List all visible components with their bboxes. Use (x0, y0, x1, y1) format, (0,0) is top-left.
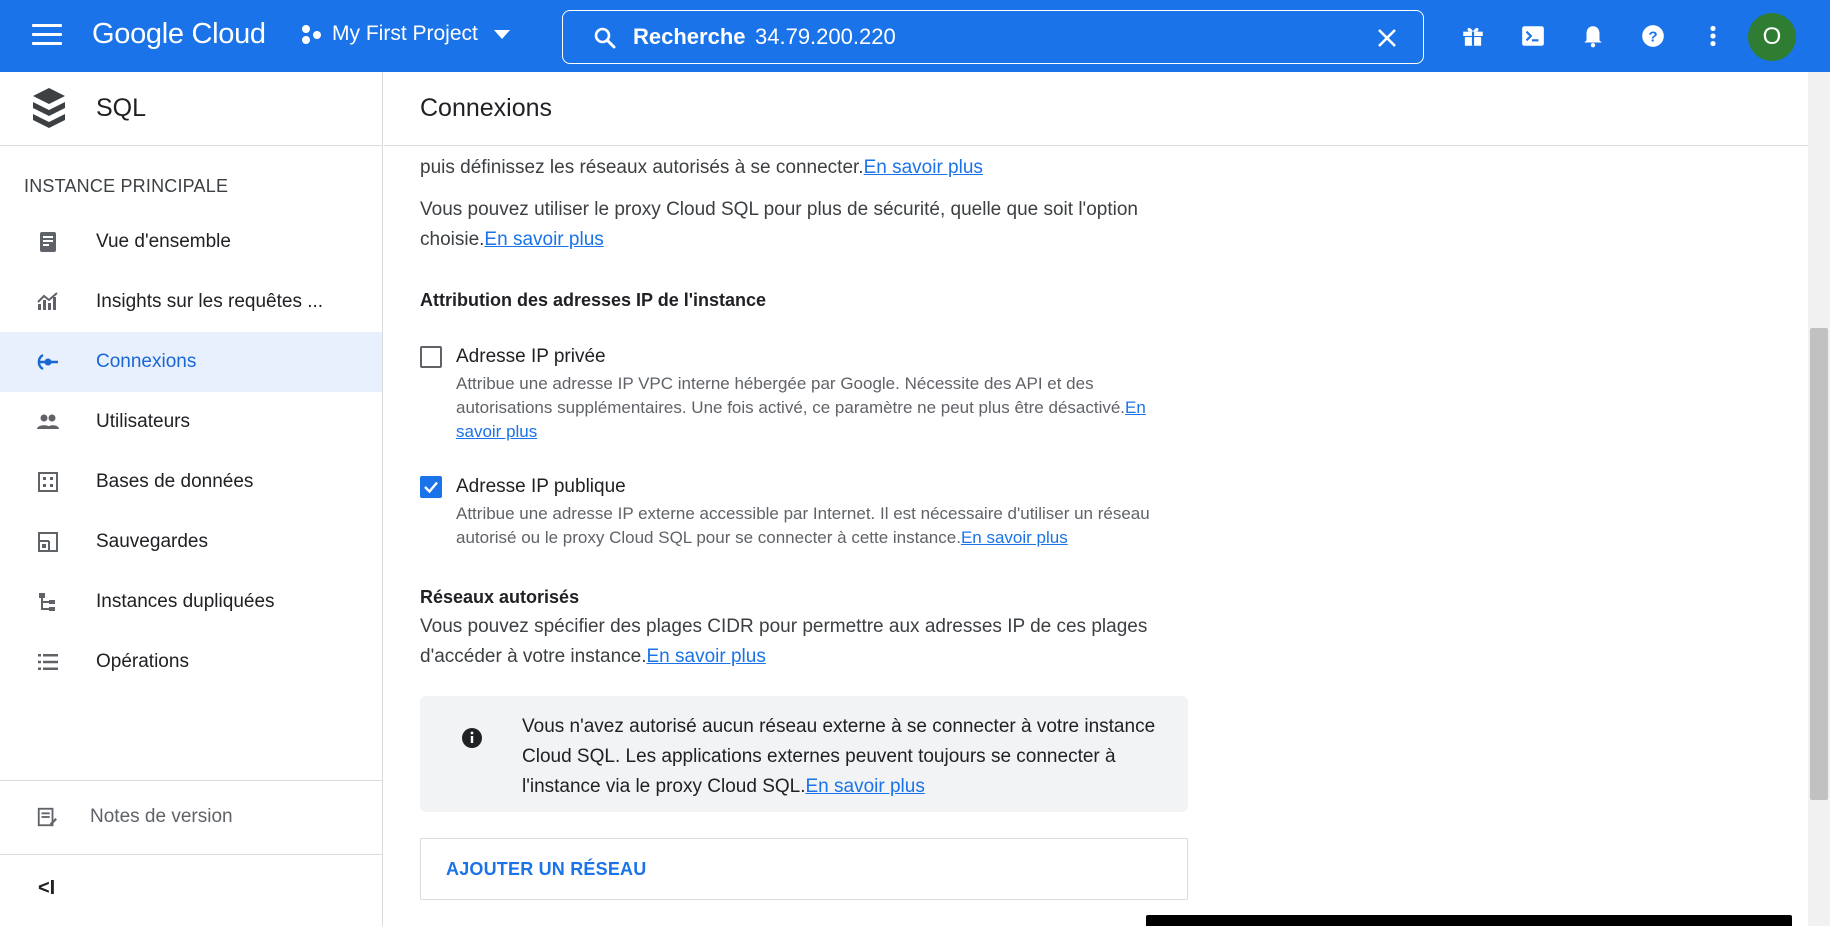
sidebar-item-label: Instances dupliquées (96, 591, 275, 612)
sidebar-item-query-insights[interactable]: Insights sur les requêtes ... (0, 272, 382, 332)
public-ip-desc-line: autorisé ou le proxy Cloud SQL pour se c… (456, 528, 961, 547)
collapse-icon: <I (38, 877, 56, 899)
private-ip-label: Adresse IP privée (456, 346, 606, 367)
search-label: Recherche (633, 24, 746, 49)
bottom-overlay-bar (1146, 915, 1792, 926)
sidebar-item-databases[interactable]: Bases de données (0, 452, 382, 512)
main-menu-icon[interactable] (32, 24, 62, 48)
sidebar-item-label: Insights sur les requêtes ... (96, 291, 324, 312)
proxy-paragraph: Vous pouvez utiliser le proxy Cloud SQL … (420, 195, 1190, 255)
help-icon[interactable]: ? (1640, 23, 1666, 49)
networks-text-line: d'accéder à votre instance. (420, 646, 647, 667)
public-ip-desc-line: Attribue une adresse IP externe accessib… (456, 504, 1150, 523)
page-title: Connexions (420, 94, 553, 122)
learn-more-link[interactable]: En savoir plus (961, 528, 1068, 547)
sidebar-item-label: Connexions (96, 351, 197, 372)
more-vert-icon[interactable] (1700, 23, 1726, 49)
learn-more-link[interactable]: En savoir plus (646, 646, 765, 667)
private-ip-desc-line: autorisations supplémentaires. Une fois … (456, 398, 1126, 417)
release-notes-label: Notes de version (90, 806, 233, 827)
sidebar-item-label: Utilisateurs (96, 411, 190, 432)
sidebar-item-label: Bases de données (96, 471, 254, 492)
learn-more-link[interactable]: En savoir plus (864, 157, 983, 178)
sidebar-item-label: Sauvegardes (96, 531, 208, 552)
sql-product-icon (33, 88, 65, 128)
info-icon (462, 728, 482, 748)
scrollbar-thumb[interactable] (1810, 328, 1828, 800)
public-ip-label: Adresse IP publique (456, 476, 626, 497)
private-ip-desc-line: Attribue une adresse IP VPC interne hébe… (456, 374, 1094, 393)
intro-text: puis définissez les réseaux autorisés à … (420, 157, 864, 178)
private-ip-checkbox[interactable] (420, 346, 442, 368)
learn-more-link[interactable]: En savoir plus (484, 229, 603, 250)
insights-icon (37, 292, 58, 310)
learn-more-link[interactable]: savoir plus (456, 420, 1186, 444)
add-network-label: AJOUTER UN RÉSEAU (446, 859, 647, 879)
section-title: INSTANCE PRINCIPALE (24, 176, 229, 196)
project-selector[interactable]: My First Project (300, 22, 510, 46)
info-text-line: Vous n'avez autorisé aucun réseau extern… (522, 716, 1156, 737)
search-input[interactable] (755, 21, 1315, 53)
add-network-button[interactable]: AJOUTER UN RÉSEAU (420, 838, 1188, 900)
product-title: SQL (96, 94, 147, 122)
chevron-down-icon (493, 29, 510, 39)
sidebar: SQL INSTANCE PRINCIPALE Vue d'ensemble I… (0, 72, 383, 926)
project-name: My First Project (332, 22, 478, 45)
top-bar: Google Cloud My First Project Recherche (0, 0, 1830, 72)
gift-icon[interactable] (1460, 23, 1486, 49)
sidebar-item-operations[interactable]: Opérations (0, 632, 382, 692)
search-icon (594, 27, 616, 49)
info-text-line: Cloud SQL. Les applications externes peu… (522, 746, 1116, 767)
ip-assignment-heading: Attribution des adresses IP de l'instanc… (420, 290, 767, 310)
sidebar-item-connections[interactable]: Connexions (0, 332, 382, 392)
svg-text:?: ? (1648, 28, 1657, 45)
sidebar-item-label: Opérations (96, 651, 189, 672)
users-icon (37, 414, 59, 429)
sidebar-item-label: Vue d'ensemble (96, 231, 231, 252)
learn-more-link[interactable]: En savoir plus (806, 776, 925, 797)
product-header: SQL (0, 72, 382, 146)
collapse-sidebar-button[interactable]: <I (0, 854, 382, 926)
cloud-shell-icon[interactable] (1520, 23, 1546, 49)
avatar[interactable]: O (1748, 13, 1796, 61)
public-ip-description: Attribue une adresse IP externe accessib… (456, 502, 1186, 550)
info-text-line: l'instance via le proxy Cloud SQL. (522, 776, 806, 797)
release-notes-icon (37, 807, 57, 827)
proxy-text-line: choisie. (420, 229, 485, 250)
dashboard-icon (40, 232, 56, 252)
close-icon[interactable] (1375, 26, 1399, 50)
authorized-networks-heading: Réseaux autorisés (420, 587, 580, 607)
databases-icon (38, 472, 58, 492)
backups-icon (38, 532, 58, 552)
release-notes-link[interactable]: Notes de version (0, 780, 382, 854)
checkmark-icon (424, 481, 438, 494)
intro-paragraph: puis définissez les réseaux autorisés à … (420, 153, 1190, 183)
networks-paragraph: Vous pouvez spécifier des plages CIDR po… (420, 612, 1190, 672)
notifications-icon[interactable] (1580, 23, 1606, 49)
sidebar-item-backups[interactable]: Sauvegardes (0, 512, 382, 572)
info-text: Vous n'avez autorisé aucun réseau extern… (522, 712, 1162, 802)
main-content: puis définissez les réseaux autorisés à … (384, 146, 1804, 926)
page-header: Connexions (384, 72, 1830, 146)
google-cloud-logo[interactable]: Google Cloud (92, 18, 266, 51)
info-callout: Vous n'avez autorisé aucun réseau extern… (420, 696, 1188, 812)
private-ip-description: Attribue une adresse IP VPC interne hébe… (456, 372, 1186, 444)
search-bar[interactable]: Recherche (562, 10, 1424, 64)
project-icon (300, 23, 322, 45)
networks-text-line: Vous pouvez spécifier des plages CIDR po… (420, 616, 1148, 637)
learn-more-link[interactable]: En (1125, 398, 1146, 417)
sidebar-nav: Vue d'ensemble Insights sur les requêtes… (0, 212, 382, 692)
replicas-icon (39, 593, 55, 611)
sidebar-item-users[interactable]: Utilisateurs (0, 392, 382, 452)
sidebar-item-replicas[interactable]: Instances dupliquées (0, 572, 382, 632)
operations-icon (38, 654, 58, 670)
sidebar-item-overview[interactable]: Vue d'ensemble (0, 212, 382, 272)
proxy-text-line: Vous pouvez utiliser le proxy Cloud SQL … (420, 199, 1138, 220)
public-ip-checkbox[interactable] (420, 476, 442, 498)
connections-icon (37, 353, 58, 371)
